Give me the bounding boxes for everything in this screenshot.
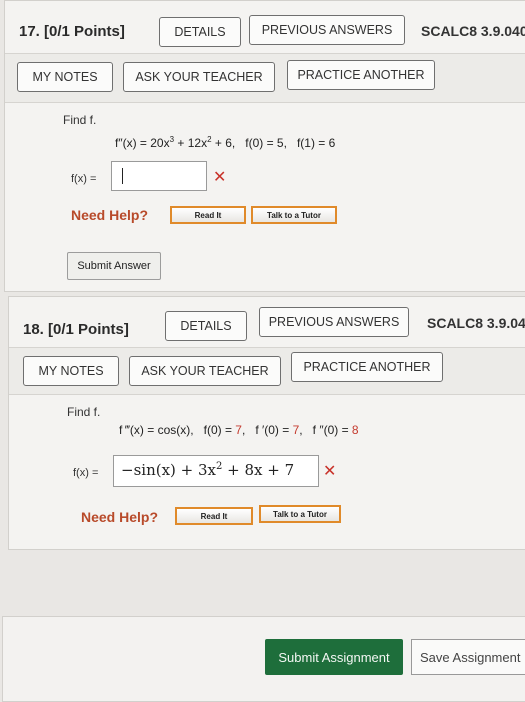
question-prompt: Find f. [63, 113, 97, 127]
assignment-footer: Submit Assignment Save Assignment [2, 616, 525, 702]
equation-lhs: f″(x) = 20x [115, 136, 170, 150]
question-points: [0/1 Points] [48, 321, 129, 338]
equation-mid: + 12x [174, 136, 208, 150]
read-it-button[interactable]: Read It [170, 206, 246, 224]
condition-3-value: 8 [351, 423, 359, 437]
answer-label: f(x) = [71, 173, 97, 185]
condition-1: f(0) = 5, [245, 136, 287, 150]
answer-math-part: + 8x + 7 [222, 461, 295, 479]
condition-2-label: f ′(0) = [255, 423, 293, 437]
incorrect-icon: ✕ [323, 463, 337, 480]
previous-answers-button[interactable]: PREVIOUS ANSWERS [249, 15, 405, 45]
condition-1-value: 7 [235, 423, 242, 437]
submit-assignment-button[interactable]: Submit Assignment [265, 639, 403, 675]
talk-to-tutor-button[interactable]: Talk to a Tutor [259, 505, 341, 523]
text-caret [122, 168, 123, 184]
read-it-button[interactable]: Read It [175, 507, 253, 525]
question-17-card: 17. [0/1 Points] DETAILS PREVIOUS ANSWER… [4, 0, 525, 292]
question-17-title: 17. [0/1 Points] [19, 23, 125, 40]
my-notes-button[interactable]: MY NOTES [17, 62, 113, 92]
question-code: SCALC8 3.9.040 [421, 23, 525, 39]
need-help-label: Need Help? [81, 509, 159, 525]
equation: f″(x) = 20x3 + 12x2 + 6, f(0) = 5, f(1) … [115, 135, 335, 150]
equation: f ‴(x) = cos(x), f(0) = 7, f ′(0) = 7, f… [119, 423, 359, 437]
separator: , [299, 423, 303, 437]
talk-to-tutor-button[interactable]: Talk to a Tutor [251, 206, 337, 224]
save-assignment-button[interactable]: Save Assignment [411, 639, 525, 675]
condition-3-label: f ″(0) = [312, 423, 352, 437]
question-17-toolbar: MY NOTES ASK YOUR TEACHER PRACTICE ANOTH… [5, 53, 525, 103]
question-number: 18. [23, 321, 44, 338]
details-button[interactable]: DETAILS [165, 311, 247, 341]
previous-answers-button[interactable]: PREVIOUS ANSWERS [259, 307, 409, 337]
incorrect-icon: ✕ [213, 169, 227, 186]
need-help-label: Need Help? [71, 207, 149, 223]
answer-label: f(x) = [73, 467, 99, 479]
condition-1-label: f(0) = [203, 423, 236, 437]
details-button[interactable]: DETAILS [159, 17, 241, 47]
practice-another-button[interactable]: PRACTICE ANOTHER [287, 60, 435, 90]
question-18-toolbar: MY NOTES ASK YOUR TEACHER PRACTICE ANOTH… [9, 347, 525, 395]
question-number: 17. [19, 23, 40, 40]
question-prompt: Find f. [67, 405, 101, 419]
question-points: [0/1 Points] [44, 23, 125, 40]
my-notes-button[interactable]: MY NOTES [23, 356, 119, 386]
ask-teacher-button[interactable]: ASK YOUR TEACHER [123, 62, 275, 92]
answer-input[interactable] [111, 161, 207, 191]
equation-tail: + 6, [211, 136, 236, 150]
equation-lhs: f ‴(x) = cos(x), [119, 423, 194, 437]
question-18-title: 18. [0/1 Points] [23, 321, 129, 338]
answer-math-part: −sin(x) + 3x [121, 461, 216, 479]
question-code: SCALC8 3.9.04 [427, 315, 525, 331]
ask-teacher-button[interactable]: ASK YOUR TEACHER [129, 356, 281, 386]
separator: , [241, 423, 246, 437]
answer-math: −sin(x) + 3x2 + 8x + 7 [121, 461, 294, 479]
condition-2: f(1) = 6 [296, 136, 336, 150]
practice-another-button[interactable]: PRACTICE ANOTHER [291, 352, 443, 382]
submit-answer-button[interactable]: Submit Answer [67, 252, 161, 280]
question-18-card: 18. [0/1 Points] DETAILS PREVIOUS ANSWER… [8, 296, 525, 550]
